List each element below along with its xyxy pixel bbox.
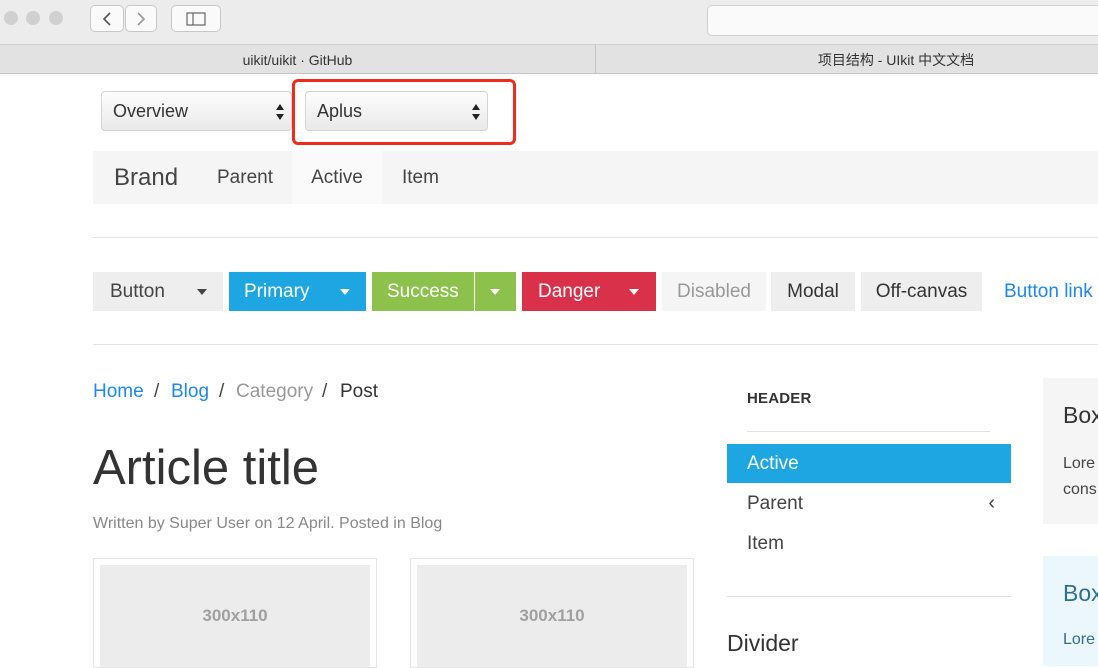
navbar-item-parent[interactable]: Parent [217,151,273,204]
panel-box: Box Lore cons [1043,378,1098,524]
panel-title: Box [1063,580,1098,606]
placeholder-image: 300x110 [100,565,370,667]
sidebar-icon [186,11,206,26]
panel-text: Lore [1063,631,1096,648]
select-value: Overview [113,101,189,121]
button-dropdown[interactable]: Button [93,272,223,311]
sidebar-toggle-button[interactable] [171,5,221,32]
tab-uikit-docs[interactable]: 项目结构 - UIkit 中文文档 [596,45,1098,74]
highlight-box [292,79,516,145]
browser-toolbar [0,0,1098,44]
nav-divider [727,596,1011,597]
nav-divider [747,431,990,432]
zoom-window-icon[interactable] [49,11,63,25]
chevron-right-icon [137,11,146,26]
minimize-window-icon[interactable] [26,11,40,25]
article-meta: Written by Super User on 12 April. Poste… [93,515,443,532]
caret-down-icon [490,289,500,295]
sidenav-item-item[interactable]: Item [727,524,1011,563]
thumbnail: 300x110 [93,558,377,668]
modal-button[interactable]: Modal [771,272,855,311]
breadcrumb-home[interactable]: Home [93,380,144,404]
chevron-left-icon [102,11,111,26]
breadcrumb-separator: / [219,381,225,402]
select-arrows-icon [276,104,284,120]
navbar-brand[interactable]: Brand [114,151,178,204]
tab-bar: uikit/uikit · GitHub 项目结构 - UIkit 中文文档 [0,44,1098,74]
breadcrumb-category: Category [236,381,314,402]
select-overview[interactable]: Overview [101,91,292,131]
navbar-item-active[interactable]: Active [292,151,382,204]
navbar: Brand Parent Active Item [93,151,1098,204]
thumbnail: 300x110 [410,558,694,668]
breadcrumb-post: Post [340,381,379,402]
panel-box-primary: Box Lore [1043,556,1098,666]
button-link[interactable]: Button link [1004,272,1098,311]
button-label: Button [110,281,165,302]
breadcrumb-blog[interactable]: Blog [171,380,209,404]
divider [93,344,1098,345]
caret-down-icon [197,289,207,295]
button-label: Primary [244,281,310,302]
button-label: Success [387,281,459,302]
divider [93,237,1098,238]
nav-header: HEADER [747,390,812,407]
panel-title: Box [1063,402,1098,428]
button-label: Danger [538,281,601,302]
success-button[interactable]: Success [372,272,474,311]
sidenav-item-active[interactable]: Active [727,444,1011,483]
divider-heading: Divider [727,630,799,656]
panel-text: cons [1063,481,1097,498]
forward-button[interactable] [125,5,157,32]
panel-text: Lore [1063,455,1096,472]
navbar-item-item[interactable]: Item [402,151,439,204]
back-button[interactable] [90,5,124,32]
placeholder-image: 300x110 [417,565,687,667]
chevron-left-icon: ‹ [988,492,995,514]
success-dropdown-toggle[interactable] [475,272,516,311]
close-window-icon[interactable] [4,11,18,25]
sidenav-item-parent[interactable]: Parent ‹ [727,484,1011,523]
breadcrumb-separator: / [154,381,160,402]
danger-button[interactable]: Danger [522,272,656,311]
caret-down-icon [340,289,350,295]
address-bar[interactable] [707,5,1098,36]
disabled-button: Disabled [662,272,766,311]
primary-button[interactable]: Primary [229,272,366,311]
article-title: Article title [93,441,320,495]
off-canvas-button[interactable]: Off-canvas [861,272,982,311]
breadcrumb-separator: / [322,381,328,402]
sidenav-item-label: Parent [747,493,803,514]
caret-down-icon [629,289,639,295]
tab-github[interactable]: uikit/uikit · GitHub [0,45,596,74]
